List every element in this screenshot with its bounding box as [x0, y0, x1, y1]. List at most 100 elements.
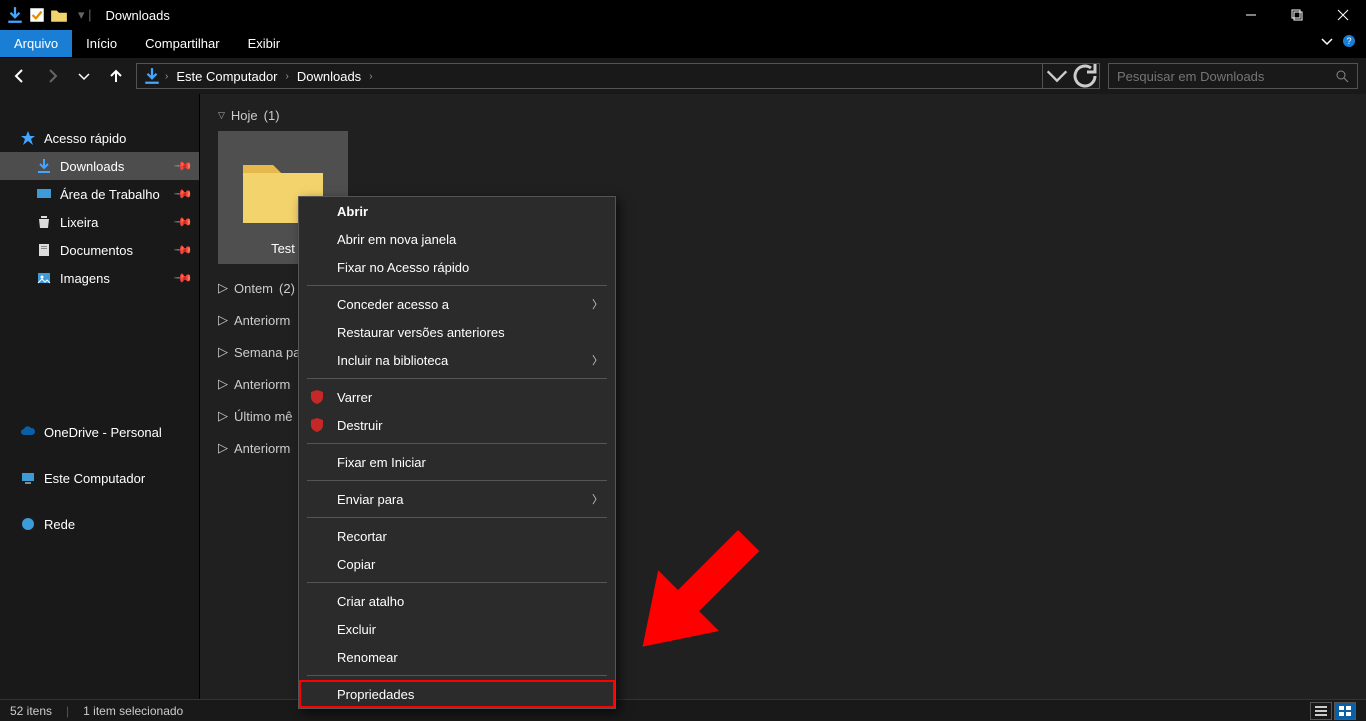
breadcrumb-sep-icon: › [286, 71, 289, 82]
ctx-open-new-window[interactable]: Abrir em nova janela [299, 225, 615, 253]
chevron-right-icon: 〉 [592, 352, 603, 368]
group-label: Semana pa [234, 345, 301, 360]
view-large-icons-button[interactable] [1334, 702, 1356, 720]
ctx-send-to[interactable]: Enviar para〉 [299, 485, 615, 513]
window-title: Downloads [106, 8, 170, 23]
cloud-icon [20, 424, 36, 440]
group-label: Anteriorm [234, 313, 290, 328]
sidebar-item-desktop[interactable]: Área de Trabalho 📌 [0, 180, 199, 208]
navbar: › Este Computador › Downloads › [0, 58, 1366, 94]
minimize-button[interactable] [1228, 0, 1274, 30]
address-download-icon [143, 67, 161, 85]
ctx-restore-versions[interactable]: Restaurar versões anteriores [299, 318, 615, 346]
ctx-delete[interactable]: Excluir [299, 615, 615, 643]
chevron-right-icon: ▷ [218, 280, 228, 296]
computer-icon [20, 470, 36, 486]
quick-save-icon[interactable] [28, 6, 46, 24]
ctx-destroy[interactable]: Destruir [299, 411, 615, 439]
sidebar-this-pc[interactable]: Este Computador [0, 464, 199, 492]
app-download-icon [6, 6, 24, 24]
ctx-rename[interactable]: Renomear [299, 643, 615, 671]
group-count: (2) [279, 281, 295, 296]
svg-text:?: ? [1346, 36, 1351, 46]
status-bar: 52 itens | 1 item selecionado [0, 699, 1366, 721]
ctx-scan[interactable]: Varrer [299, 383, 615, 411]
sidebar: Acesso rápido Downloads 📌 Área de Trabal… [0, 94, 200, 699]
ctx-include-library[interactable]: Incluir na biblioteca〉 [299, 346, 615, 374]
ctx-pin-quick-access[interactable]: Fixar no Acesso rápido [299, 253, 615, 281]
sidebar-item-recycle[interactable]: Lixeira 📌 [0, 208, 199, 236]
search-box[interactable] [1108, 63, 1358, 89]
ctx-cut[interactable]: Recortar [299, 522, 615, 550]
sidebar-item-label: Downloads [60, 159, 124, 174]
address-dropdown-icon[interactable] [1043, 64, 1071, 88]
pin-icon: 📌 [173, 212, 193, 232]
refresh-icon[interactable] [1071, 64, 1099, 88]
sidebar-network[interactable]: Rede [0, 510, 199, 538]
annotation-arrow-icon [600, 505, 780, 690]
address-bar[interactable]: › Este Computador › Downloads › [136, 63, 1100, 89]
ribbon-tab-view[interactable]: Exibir [234, 30, 295, 57]
sidebar-item-label: Rede [44, 517, 75, 532]
nav-history-dropdown[interactable] [72, 64, 96, 88]
ctx-create-shortcut[interactable]: Criar atalho [299, 587, 615, 615]
sidebar-item-documents[interactable]: Documentos 📌 [0, 236, 199, 264]
search-input[interactable] [1117, 69, 1335, 84]
search-icon [1335, 69, 1349, 83]
sidebar-item-label: Este Computador [44, 471, 145, 486]
pin-icon: 📌 [173, 156, 193, 176]
ctx-separator [307, 582, 607, 583]
ribbon-tab-home[interactable]: Início [72, 30, 131, 57]
sidebar-quick-access[interactable]: Acesso rápido [0, 124, 199, 152]
ctx-separator [307, 517, 607, 518]
sidebar-item-label: Lixeira [60, 215, 98, 230]
close-button[interactable] [1320, 0, 1366, 30]
ctx-separator [307, 285, 607, 286]
maximize-button[interactable] [1274, 0, 1320, 30]
pin-icon: 📌 [173, 240, 193, 260]
status-item-count: 52 itens [10, 704, 52, 718]
chevron-right-icon: 〉 [592, 296, 603, 312]
ctx-properties[interactable]: Propriedades [299, 680, 615, 708]
shield-icon [309, 389, 325, 405]
folder-small-icon [50, 6, 68, 24]
ribbon-tab-file[interactable]: Arquivo [0, 30, 72, 57]
ctx-copy[interactable]: Copiar [299, 550, 615, 578]
nav-forward-button[interactable] [40, 64, 64, 88]
status-separator: | [66, 704, 69, 718]
sidebar-item-label: Acesso rápido [44, 131, 126, 146]
sidebar-item-label: OneDrive - Personal [44, 425, 162, 440]
breadcrumb-this-pc[interactable]: Este Computador [172, 69, 281, 84]
breadcrumb-downloads[interactable]: Downloads [293, 69, 365, 84]
nav-up-button[interactable] [104, 64, 128, 88]
pin-icon: 📌 [173, 268, 193, 288]
view-details-button[interactable] [1310, 702, 1332, 720]
download-icon [36, 158, 52, 174]
ribbon-tab-share[interactable]: Compartilhar [131, 30, 233, 57]
group-label: Hoje [231, 108, 258, 123]
ctx-pin-start[interactable]: Fixar em Iniciar [299, 448, 615, 476]
ribbon-collapse-icon[interactable] [1320, 34, 1334, 53]
sidebar-item-pictures[interactable]: Imagens 📌 [0, 264, 199, 292]
ctx-separator [307, 378, 607, 379]
star-icon [20, 130, 36, 146]
sidebar-item-downloads[interactable]: Downloads 📌 [0, 152, 199, 180]
sidebar-onedrive[interactable]: OneDrive - Personal [0, 418, 199, 446]
group-header-today[interactable]: ▽ Hoje (1) [218, 108, 1348, 123]
help-icon[interactable]: ? [1342, 34, 1356, 53]
ctx-grant-access[interactable]: Conceder acesso a〉 [299, 290, 615, 318]
context-menu: Abrir Abrir em nova janela Fixar no Aces… [298, 196, 616, 709]
group-label: Anteriorm [234, 441, 290, 456]
ribbon: Arquivo Início Compartilhar Exibir ? [0, 30, 1366, 58]
desktop-icon [36, 186, 52, 202]
documents-icon [36, 242, 52, 258]
pictures-icon [36, 270, 52, 286]
shield-icon [309, 417, 325, 433]
group-label: Último mê [234, 409, 293, 424]
sidebar-item-label: Documentos [60, 243, 133, 258]
nav-back-button[interactable] [8, 64, 32, 88]
ctx-separator [307, 443, 607, 444]
ctx-separator [307, 675, 607, 676]
ctx-open[interactable]: Abrir [299, 197, 615, 225]
breadcrumb-sep-icon: › [369, 71, 372, 82]
